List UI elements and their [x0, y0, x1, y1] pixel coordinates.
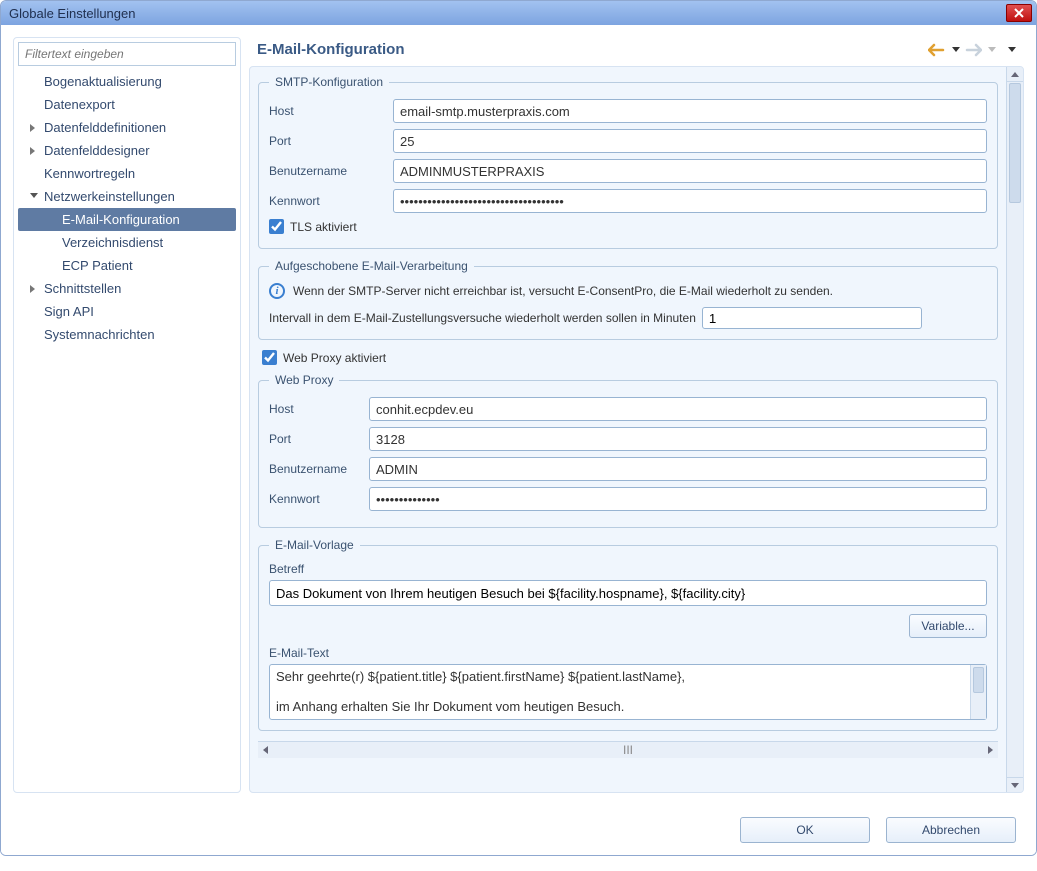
scroll-left-icon[interactable] — [258, 742, 273, 758]
interval-input[interactable] — [702, 307, 922, 329]
settings-dialog: Globale Einstellungen Bogenaktualisierun… — [0, 0, 1037, 856]
chevron-right-icon — [30, 285, 35, 293]
dialog-footer: OK Abbrechen — [1, 805, 1036, 855]
vertical-scrollbar[interactable] — [1006, 67, 1023, 792]
proxy-pass-input[interactable] — [369, 487, 987, 511]
nav-toolbar — [928, 43, 1016, 57]
template-fieldset: E-Mail-Vorlage Betreff Variable... E-Mai… — [258, 538, 998, 731]
page-title: E-Mail-Konfiguration — [257, 41, 404, 58]
close-button[interactable] — [1006, 4, 1032, 22]
smtp-port-label: Port — [269, 134, 393, 148]
deferred-fieldset: Aufgeschobene E-Mail-Verarbeitung i Wenn… — [258, 259, 998, 340]
proxy-host-label: Host — [269, 402, 369, 416]
smtp-fieldset: SMTP-Konfiguration Host Port Benutzernam… — [258, 75, 998, 249]
smtp-user-input[interactable] — [393, 159, 987, 183]
sidebar-item-email-konfiguration[interactable]: E-Mail-Konfiguration — [18, 208, 236, 231]
smtp-host-input[interactable] — [393, 99, 987, 123]
subject-label: Betreff — [269, 562, 987, 576]
proxy-port-input[interactable] — [369, 427, 987, 451]
body-label: E-Mail-Text — [269, 646, 987, 660]
window-title: Globale Einstellungen — [9, 6, 135, 21]
menu-dropdown[interactable] — [1008, 47, 1016, 52]
body-textarea[interactable]: Sehr geehrte(r) ${patient.title} ${patie… — [269, 664, 987, 720]
filter-input[interactable] — [18, 42, 236, 66]
smtp-host-label: Host — [269, 104, 393, 118]
proxy-checkbox[interactable] — [262, 350, 277, 365]
sidebar-item-datenexport[interactable]: Datenexport — [18, 93, 236, 116]
proxy-checkbox-label: Web Proxy aktiviert — [283, 351, 386, 365]
sidebar-item-schnittstellen[interactable]: Schnittstellen — [18, 277, 236, 300]
proxy-port-label: Port — [269, 432, 369, 446]
textarea-scrollbar[interactable] — [970, 665, 986, 719]
ok-button[interactable]: OK — [740, 817, 870, 843]
proxy-user-label: Benutzername — [269, 462, 369, 476]
deferred-info-text: Wenn der SMTP-Server nicht erreichbar is… — [293, 284, 833, 298]
sidebar-item-systemnachrichten[interactable]: Systemnachrichten — [18, 323, 236, 346]
forward-button[interactable] — [964, 43, 982, 57]
scroll-down-icon[interactable] — [1007, 777, 1023, 792]
sidebar-item-netzwerkeinstellungen[interactable]: Netzwerkeinstellungen — [18, 185, 236, 208]
smtp-legend: SMTP-Konfiguration — [269, 75, 389, 89]
tls-checkbox[interactable] — [269, 219, 284, 234]
cancel-button[interactable]: Abbrechen — [886, 817, 1016, 843]
smtp-user-label: Benutzername — [269, 164, 393, 178]
proxy-host-input[interactable] — [369, 397, 987, 421]
proxy-user-input[interactable] — [369, 457, 987, 481]
smtp-port-input[interactable] — [393, 129, 987, 153]
tls-label: TLS aktiviert — [290, 220, 357, 234]
back-dropdown[interactable] — [952, 47, 960, 52]
proxy-fieldset: Web Proxy Host Port Benutzername — [258, 373, 998, 528]
scroll-up-icon[interactable] — [1007, 67, 1023, 82]
chevron-right-icon — [30, 124, 35, 132]
forward-dropdown[interactable] — [988, 47, 996, 52]
sidebar-item-ecp-patient[interactable]: ECP Patient — [18, 254, 236, 277]
chevron-right-icon — [30, 147, 35, 155]
horizontal-scrollbar[interactable]: III — [258, 741, 998, 758]
content-panel: E-Mail-Konfiguration — [249, 37, 1024, 793]
variable-button[interactable]: Variable... — [909, 614, 987, 638]
sidebar-item-sign-api[interactable]: Sign API — [18, 300, 236, 323]
scrollbar-thumb[interactable] — [1009, 83, 1021, 203]
back-button[interactable] — [928, 43, 946, 57]
close-icon — [1014, 8, 1024, 18]
sidebar-item-verzeichnisdienst[interactable]: Verzeichnisdienst — [18, 231, 236, 254]
sidebar-item-bogenaktualisierung[interactable]: Bogenaktualisierung — [18, 70, 236, 93]
subject-input[interactable] — [269, 580, 987, 606]
sidebar-item-datenfelddefinitionen[interactable]: Datenfelddefinitionen — [18, 116, 236, 139]
form-scroll-area[interactable]: SMTP-Konfiguration Host Port Benutzernam… — [250, 67, 1006, 792]
sidebar-item-kennwortregeln[interactable]: Kennwortregeln — [18, 162, 236, 185]
sidebar: Bogenaktualisierung Datenexport Datenfel… — [13, 37, 241, 793]
deferred-legend: Aufgeschobene E-Mail-Verarbeitung — [269, 259, 474, 273]
info-icon: i — [269, 283, 285, 299]
body-text: Sehr geehrte(r) ${patient.title} ${patie… — [270, 665, 970, 719]
smtp-pass-input[interactable] — [393, 189, 987, 213]
proxy-pass-label: Kennwort — [269, 492, 369, 506]
interval-label: Intervall in dem E-Mail-Zustellungsversu… — [269, 311, 696, 325]
titlebar: Globale Einstellungen — [1, 1, 1036, 25]
dialog-body: Bogenaktualisierung Datenexport Datenfel… — [1, 25, 1036, 855]
smtp-pass-label: Kennwort — [269, 194, 393, 208]
scroll-right-icon[interactable] — [983, 742, 998, 758]
sidebar-item-datenfelddesigner[interactable]: Datenfelddesigner — [18, 139, 236, 162]
proxy-legend: Web Proxy — [269, 373, 339, 387]
chevron-down-icon — [30, 193, 38, 198]
template-legend: E-Mail-Vorlage — [269, 538, 360, 552]
